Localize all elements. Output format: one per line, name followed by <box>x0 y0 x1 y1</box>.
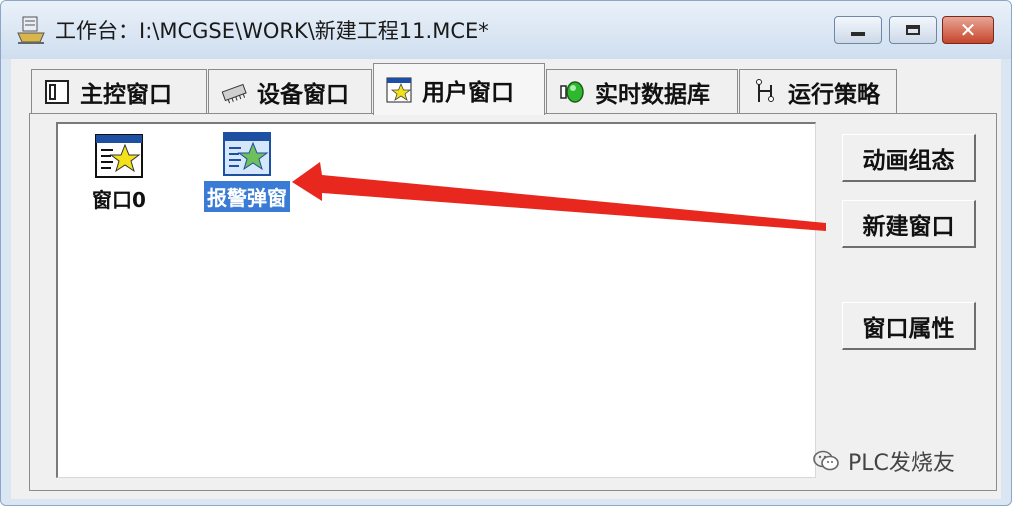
window-item-label: 窗口0 <box>92 188 146 212</box>
device-icon <box>221 83 247 103</box>
tab-run-strategy[interactable]: 运行策略 <box>739 69 897 113</box>
window-item-alarm-popup[interactable]: 报警弹窗 <box>192 132 302 212</box>
window-properties-button[interactable]: 窗口属性 <box>842 302 976 350</box>
window-star-icon <box>223 132 271 176</box>
user-window-panel: 窗口0 报警弹窗 动画组态 新建窗口 窗口属性 <box>29 113 997 491</box>
realtime-db-icon <box>560 80 584 103</box>
watermark: PLC发烧友 <box>812 445 955 477</box>
main-control-icon <box>45 79 69 104</box>
tab-device[interactable]: 设备窗口 <box>208 69 372 113</box>
tab-label: 主控窗口 <box>80 81 172 108</box>
minimize-button[interactable] <box>834 16 882 44</box>
user-window-list[interactable]: 窗口0 报警弹窗 <box>56 122 816 478</box>
window-item-label: 报警弹窗 <box>204 181 290 212</box>
maximize-icon <box>906 25 920 35</box>
workbench-client-area: 主控窗口 设备窗口 用户窗口 实时数据库 运行策略 窗口0 报警弹窗 动画组态 … <box>11 59 1001 499</box>
title-bar[interactable]: 工作台：I:\MCGSE\WORK\新建工程11.MCE* ✕ <box>1 1 1011 59</box>
window-item-0[interactable]: 窗口0 <box>64 134 174 214</box>
window-star-icon <box>95 134 143 178</box>
strategy-icon <box>756 78 774 102</box>
workbench-window: 工作台：I:\MCGSE\WORK\新建工程11.MCE* ✕ 主控窗口 设备窗… <box>0 0 1012 506</box>
wechat-icon <box>813 450 839 471</box>
tab-label: 运行策略 <box>788 81 880 108</box>
animation-config-button[interactable]: 动画组态 <box>842 134 976 182</box>
tab-main-control[interactable]: 主控窗口 <box>31 69 207 113</box>
tab-label: 实时数据库 <box>595 81 710 108</box>
tab-realtime-database[interactable]: 实时数据库 <box>546 69 738 113</box>
maximize-button[interactable] <box>889 16 937 44</box>
user-window-icon <box>386 77 412 102</box>
workbench-app-icon <box>17 16 45 44</box>
watermark-text: PLC发烧友 <box>848 451 955 476</box>
window-title: 工作台：I:\MCGSE\WORK\新建工程11.MCE* <box>55 19 489 43</box>
tab-label: 设备窗口 <box>257 81 349 108</box>
tab-user-window[interactable]: 用户窗口 <box>373 63 545 115</box>
close-icon: ✕ <box>959 18 977 42</box>
new-window-button[interactable]: 新建窗口 <box>842 200 976 248</box>
close-button[interactable]: ✕ <box>942 16 994 44</box>
tab-label: 用户窗口 <box>422 79 514 106</box>
minimize-icon <box>851 32 865 36</box>
